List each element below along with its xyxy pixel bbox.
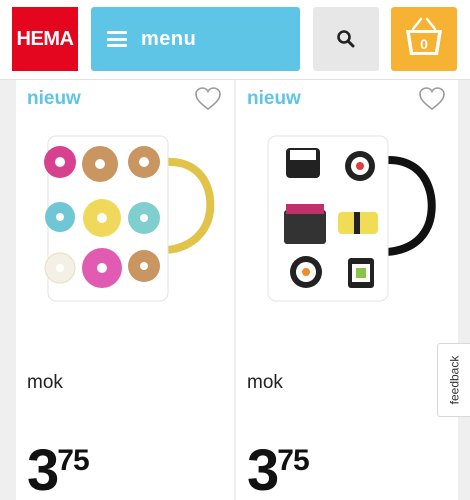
heart-icon[interactable]	[194, 86, 222, 112]
price-integer: 3	[247, 438, 279, 500]
menu-button[interactable]: menu	[91, 7, 300, 71]
donut-mug-image[interactable]	[36, 130, 216, 310]
site-header: HEMA menu 0	[0, 0, 470, 80]
new-badge: nieuw	[27, 88, 81, 109]
feedback-label: feedback	[447, 355, 462, 405]
product-grid: nieuw mok 375 nieuw mok 375	[0, 80, 470, 500]
price-decimal: 75	[277, 444, 309, 477]
sushi-mug-image[interactable]	[256, 130, 436, 310]
new-badge: nieuw	[247, 88, 301, 109]
heart-icon[interactable]	[418, 86, 446, 112]
feedback-tab[interactable]: feedback	[437, 343, 470, 417]
menu-label: menu	[141, 27, 197, 50]
hamburger-icon	[107, 31, 127, 47]
price-decimal: 75	[57, 444, 89, 477]
product-card[interactable]: nieuw mok 375	[236, 80, 458, 500]
product-name[interactable]: mok	[27, 372, 63, 394]
product-price: 375	[247, 442, 310, 500]
product-name[interactable]: mok	[247, 372, 283, 394]
product-card[interactable]: nieuw mok 375	[16, 80, 234, 500]
cart-count: 0	[420, 36, 428, 52]
product-price: 375	[27, 442, 90, 500]
price-integer: 3	[27, 438, 59, 500]
search-icon	[337, 30, 355, 48]
cart-button[interactable]: 0	[391, 7, 457, 71]
hema-logo[interactable]: HEMA	[12, 7, 78, 71]
search-button[interactable]	[313, 7, 379, 71]
